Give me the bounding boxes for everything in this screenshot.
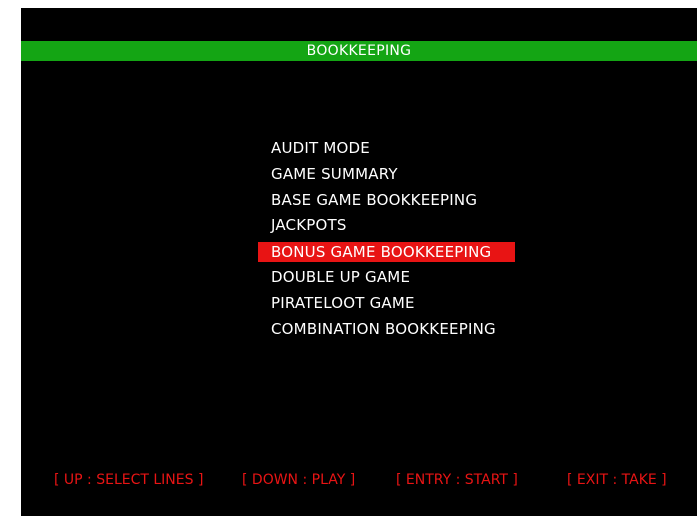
up-key-hint: [ UP : SELECT LINES ] [54, 472, 204, 488]
button-legend: [ UP : SELECT LINES ] [ DOWN : PLAY ] [ … [21, 469, 697, 491]
entry-key-hint: [ ENTRY : START ] [396, 472, 518, 488]
bookkeeping-screen: BOOKKEEPING AUDIT MODE GAME SUMMARY BASE… [21, 8, 697, 516]
page-title: BOOKKEEPING [21, 41, 697, 61]
menu-item-pirateloot-game[interactable]: PIRATELOOT GAME [258, 291, 515, 317]
exit-key-hint: [ EXIT : TAKE ] [567, 472, 667, 488]
bookkeeping-menu: AUDIT MODE GAME SUMMARY BASE GAME BOOKKE… [258, 136, 515, 343]
menu-item-double-up-game[interactable]: DOUBLE UP GAME [258, 265, 515, 291]
down-key-hint: [ DOWN : PLAY ] [242, 472, 356, 488]
menu-item-jackpots[interactable]: JACKPOTS [258, 213, 515, 239]
menu-item-game-summary[interactable]: GAME SUMMARY [258, 162, 515, 188]
menu-item-audit-mode[interactable]: AUDIT MODE [258, 136, 515, 162]
menu-item-bonus-game-bookkeeping[interactable]: BONUS GAME BOOKKEEPING [258, 242, 515, 263]
menu-item-combination-bookkeeping[interactable]: COMBINATION BOOKKEEPING [258, 317, 515, 343]
menu-item-base-game-bookkeeping[interactable]: BASE GAME BOOKKEEPING [258, 188, 515, 214]
